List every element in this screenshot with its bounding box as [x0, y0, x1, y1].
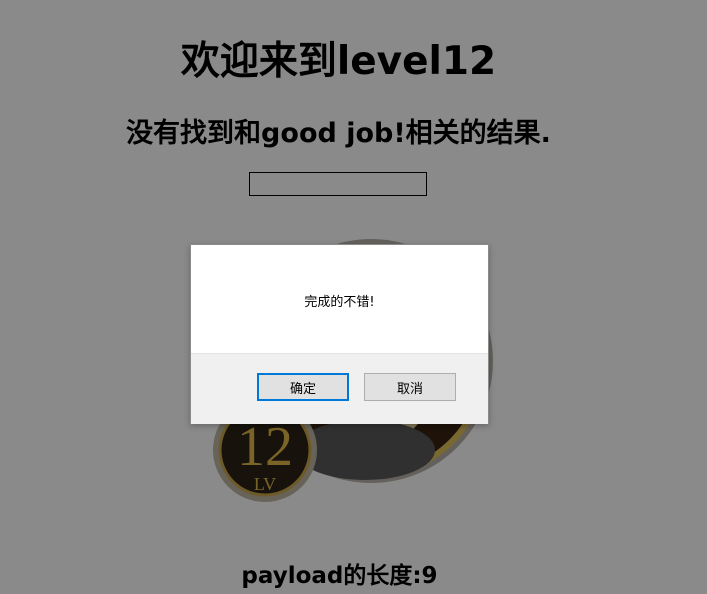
- dialog-message: 完成的不错!: [304, 295, 375, 310]
- cancel-button[interactable]: 取消: [364, 373, 456, 401]
- ok-button[interactable]: 确定: [257, 373, 349, 401]
- dialog-footer: 确定 取消: [191, 353, 488, 424]
- alert-dialog: 完成的不错! 确定 取消: [190, 244, 489, 424]
